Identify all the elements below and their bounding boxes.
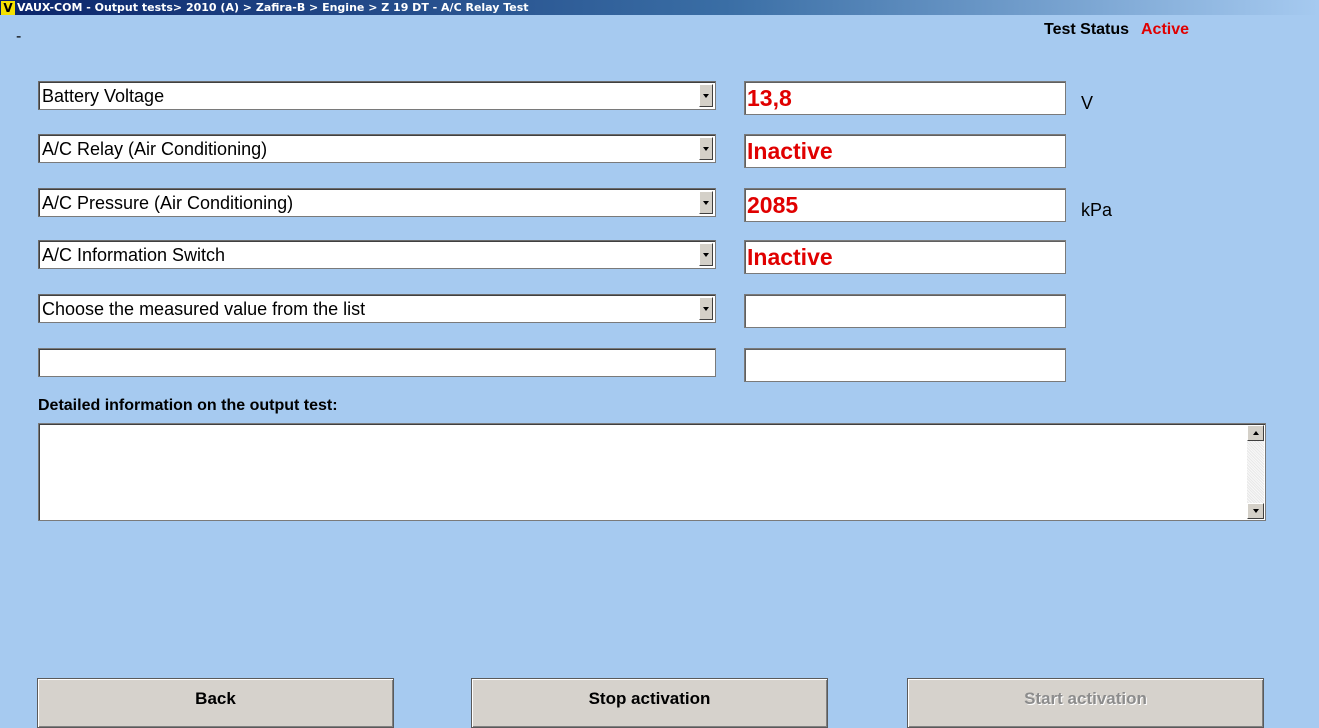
measurement-value-3: 2085 <box>744 188 1066 222</box>
measurement-select-label: A/C Information Switch <box>42 245 226 265</box>
measurement-value-2: Inactive <box>744 134 1066 168</box>
detail-info-label: Detailed information on the output test: <box>38 397 338 414</box>
extra-value-box <box>744 348 1066 382</box>
test-status-value: Active <box>1141 21 1190 38</box>
measurement-value-5 <box>744 294 1066 328</box>
measurement-select-label: A/C Pressure (Air Conditioning) <box>42 193 294 213</box>
measurement-select-label: Choose the measured value from the list <box>42 299 366 319</box>
test-status-label: Test Status <box>1044 21 1130 38</box>
measurement-value-1: 13,8 <box>744 81 1066 115</box>
measurement-unit-1: V <box>1081 93 1094 113</box>
dropdown-arrow-icon[interactable] <box>699 297 713 320</box>
title-bar: V VAUX-COM - Output tests> 2010 (A) > Za… <box>0 0 1319 15</box>
measurement-select-label: Battery Voltage <box>42 86 165 106</box>
measurement-select-1[interactable]: Battery Voltage <box>38 81 716 110</box>
dropdown-arrow-icon[interactable] <box>699 84 713 107</box>
stop-activation-button[interactable]: Stop activation <box>471 678 828 728</box>
back-button[interactable]: Back <box>37 678 394 728</box>
measurement-value-text: 13,8 <box>747 85 792 111</box>
dropdown-arrow-icon[interactable] <box>699 243 713 266</box>
measurement-select-3[interactable]: A/C Pressure (Air Conditioning) <box>38 188 716 217</box>
detail-info-textarea[interactable] <box>38 423 1266 521</box>
app-logo-icon: V <box>1 0 15 15</box>
measurement-select-label: A/C Relay (Air Conditioning) <box>42 139 268 159</box>
dropdown-arrow-icon[interactable] <box>699 191 713 214</box>
scroll-up-icon[interactable] <box>1247 425 1264 441</box>
start-activation-button[interactable]: Start activation <box>907 678 1264 728</box>
measurement-unit-3: kPa <box>1081 200 1113 220</box>
measurement-select-2[interactable]: A/C Relay (Air Conditioning) <box>38 134 716 163</box>
measurement-select-5[interactable]: Choose the measured value from the list <box>38 294 716 323</box>
dropdown-arrow-icon[interactable] <box>699 137 713 160</box>
window-title: VAUX-COM - Output tests> 2010 (A) > Zafi… <box>17 1 529 14</box>
scroll-down-icon[interactable] <box>1247 503 1264 519</box>
measurement-value-text: 2085 <box>747 192 799 218</box>
measurement-value-text: Inactive <box>747 138 833 164</box>
measurement-select-4[interactable]: A/C Information Switch <box>38 240 716 269</box>
extra-text-field[interactable] <box>38 348 716 377</box>
status-dash: - <box>16 28 22 45</box>
measurement-value-4: Inactive <box>744 240 1066 274</box>
detail-scrollbar[interactable] <box>1247 425 1264 519</box>
measurement-value-text: Inactive <box>747 244 833 270</box>
